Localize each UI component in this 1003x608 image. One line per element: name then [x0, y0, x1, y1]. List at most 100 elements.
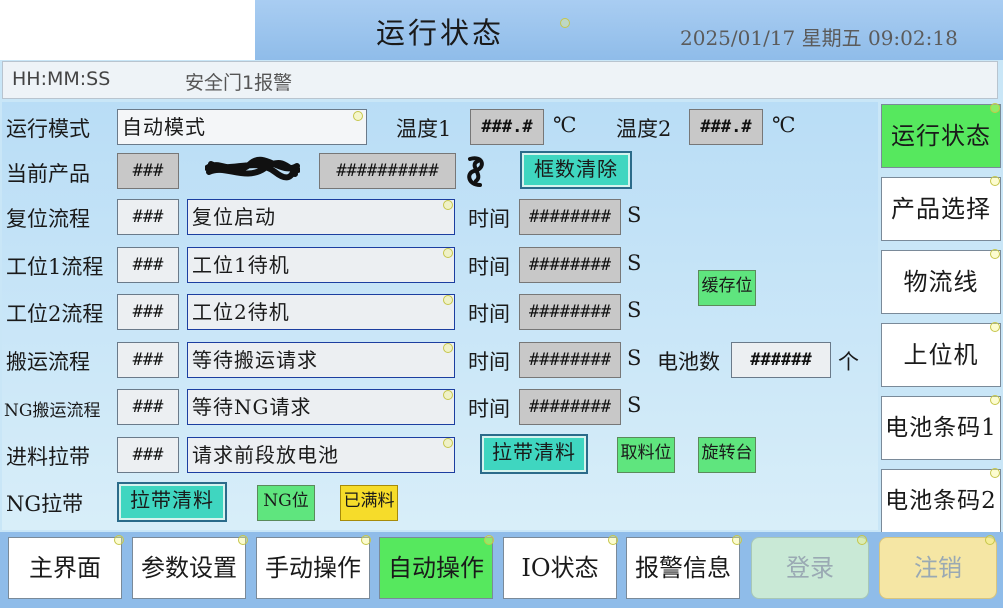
nav-battery-barcode-1[interactable]: 电池条码1 [881, 396, 1001, 460]
mode-field: 自动模式 [117, 109, 367, 145]
ng-transport-flow-status: 等待NG请求 [187, 389, 455, 425]
marker-dot [732, 535, 742, 545]
station1-flow-label: 工位1流程 [6, 255, 104, 279]
transport-time-unit: S [627, 346, 642, 370]
ng-transport-time-label: 时间 [468, 397, 510, 421]
redacted-scribble-icon [205, 156, 300, 181]
transport-flow-label: 搬运流程 [6, 350, 90, 374]
ng-transport-time-unit: S [627, 393, 642, 417]
reset-flow-id: ### [117, 199, 179, 235]
transport-flow-status: 等待搬运请求 [187, 342, 455, 378]
temp2-value: ###.# [689, 109, 763, 145]
mode-label: 运行模式 [6, 117, 90, 141]
nav-main-screen[interactable]: 主界面 [8, 537, 122, 599]
transport-flow-id: ### [117, 342, 179, 378]
clear-count-button[interactable]: 框数清除 [520, 151, 632, 189]
marker-dot [990, 395, 1000, 405]
station2-time-unit: S [627, 298, 642, 322]
reset-flow-status: 复位启动 [187, 199, 455, 235]
nav-manual-operation[interactable]: 手动操作 [256, 537, 370, 599]
marker-dot [443, 295, 453, 305]
marker-dot [990, 103, 1000, 113]
marker-dot [857, 535, 867, 545]
ng-belt-label: NG拉带 [6, 492, 84, 516]
login-button[interactable]: 登录 [751, 537, 869, 599]
product-label: 当前产品 [6, 162, 90, 186]
nav-auto-operation[interactable]: 自动操作 [379, 537, 493, 599]
reset-time-unit: S [627, 203, 642, 227]
station2-flow-status: 工位2待机 [187, 294, 455, 330]
nav-alarm-info[interactable]: 报警信息 [626, 537, 740, 599]
ng-transport-flow-id: ### [117, 389, 179, 425]
marker-dot [990, 249, 1000, 259]
page-title: 运行状态 [375, 16, 504, 50]
marker-dot [990, 468, 1000, 478]
marker-dot [443, 343, 453, 353]
feed-belt-id: ### [117, 437, 179, 473]
nav-io-status[interactable]: IO状态 [503, 537, 617, 599]
transport-time-value: ######## [519, 342, 621, 378]
nav-product-select[interactable]: 产品选择 [881, 177, 1001, 241]
temp1-value: ###.# [470, 109, 544, 145]
nav-logistics-line[interactable]: 物流线 [881, 250, 1001, 314]
station1-flow-id: ### [117, 247, 179, 283]
station1-time-unit: S [627, 251, 642, 275]
product-id: ### [117, 153, 179, 189]
marker-dot [353, 111, 363, 121]
battery-count-unit: 个 [838, 350, 859, 374]
logout-button[interactable]: 注销 [879, 537, 997, 599]
reset-time-value: ######## [519, 199, 621, 235]
pick-position-indicator: 取料位 [617, 437, 675, 473]
marker-dot [985, 535, 995, 545]
battery-count-value: ###### [731, 342, 831, 378]
product-code: ########## [319, 153, 456, 189]
nav-host-computer[interactable]: 上位机 [881, 323, 1001, 387]
station2-flow-id: ### [117, 294, 179, 330]
alarm-bar[interactable] [2, 61, 998, 99]
temp2-unit: ℃ [772, 113, 796, 137]
station1-flow-status: 工位1待机 [187, 247, 455, 283]
feed-belt-label: 进料拉带 [6, 445, 90, 469]
battery-count-label: 电池数 [657, 350, 720, 374]
cache-position-indicator: 缓存位 [698, 270, 756, 306]
temp1-unit: ℃ [553, 113, 577, 137]
marker-dot [114, 535, 124, 545]
marker-dot [443, 248, 453, 258]
datetime-display: 2025/01/17 星期五 09:02:18 [680, 26, 958, 50]
marker-dot [560, 18, 570, 28]
marker-dot [484, 535, 494, 545]
redacted-mark-icon [467, 156, 484, 187]
ng-belt-clear-button[interactable]: 拉带清料 [117, 482, 227, 522]
feed-belt-status: 请求前段放电池 [187, 437, 455, 473]
ng-position-indicator: NG位 [257, 485, 315, 521]
alarm-time: HH:MM:SS [12, 68, 111, 90]
marker-dot [443, 390, 453, 400]
temp1-label: 温度1 [396, 117, 452, 141]
marker-dot [990, 176, 1000, 186]
marker-dot [608, 535, 618, 545]
station2-time-value: ######## [519, 294, 621, 330]
nav-run-status[interactable]: 运行状态 [881, 104, 1001, 168]
alarm-message: 安全门1报警 [185, 72, 293, 94]
station1-time-value: ######## [519, 247, 621, 283]
feed-belt-clear-button[interactable]: 拉带清料 [480, 434, 588, 474]
marker-dot [238, 535, 248, 545]
temp2-label: 温度2 [616, 117, 672, 141]
marker-dot [361, 535, 371, 545]
nav-battery-barcode-2[interactable]: 电池条码2 [881, 469, 1001, 533]
logo-area [0, 0, 255, 60]
full-load-indicator: 已满料 [340, 485, 398, 521]
transport-time-label: 时间 [468, 350, 510, 374]
ng-transport-flow-label: NG搬运流程 [4, 401, 101, 421]
station2-flow-label: 工位2流程 [6, 302, 104, 326]
reset-flow-label: 复位流程 [6, 207, 90, 231]
nav-parameter-settings[interactable]: 参数设置 [132, 537, 246, 599]
station2-time-label: 时间 [468, 302, 510, 326]
marker-dot [990, 322, 1000, 332]
marker-dot [443, 200, 453, 210]
reset-time-label: 时间 [468, 207, 510, 231]
ng-transport-time-value: ######## [519, 389, 621, 425]
rotary-table-indicator: 旋转台 [698, 437, 756, 473]
station1-time-label: 时间 [468, 255, 510, 279]
marker-dot [443, 438, 453, 448]
